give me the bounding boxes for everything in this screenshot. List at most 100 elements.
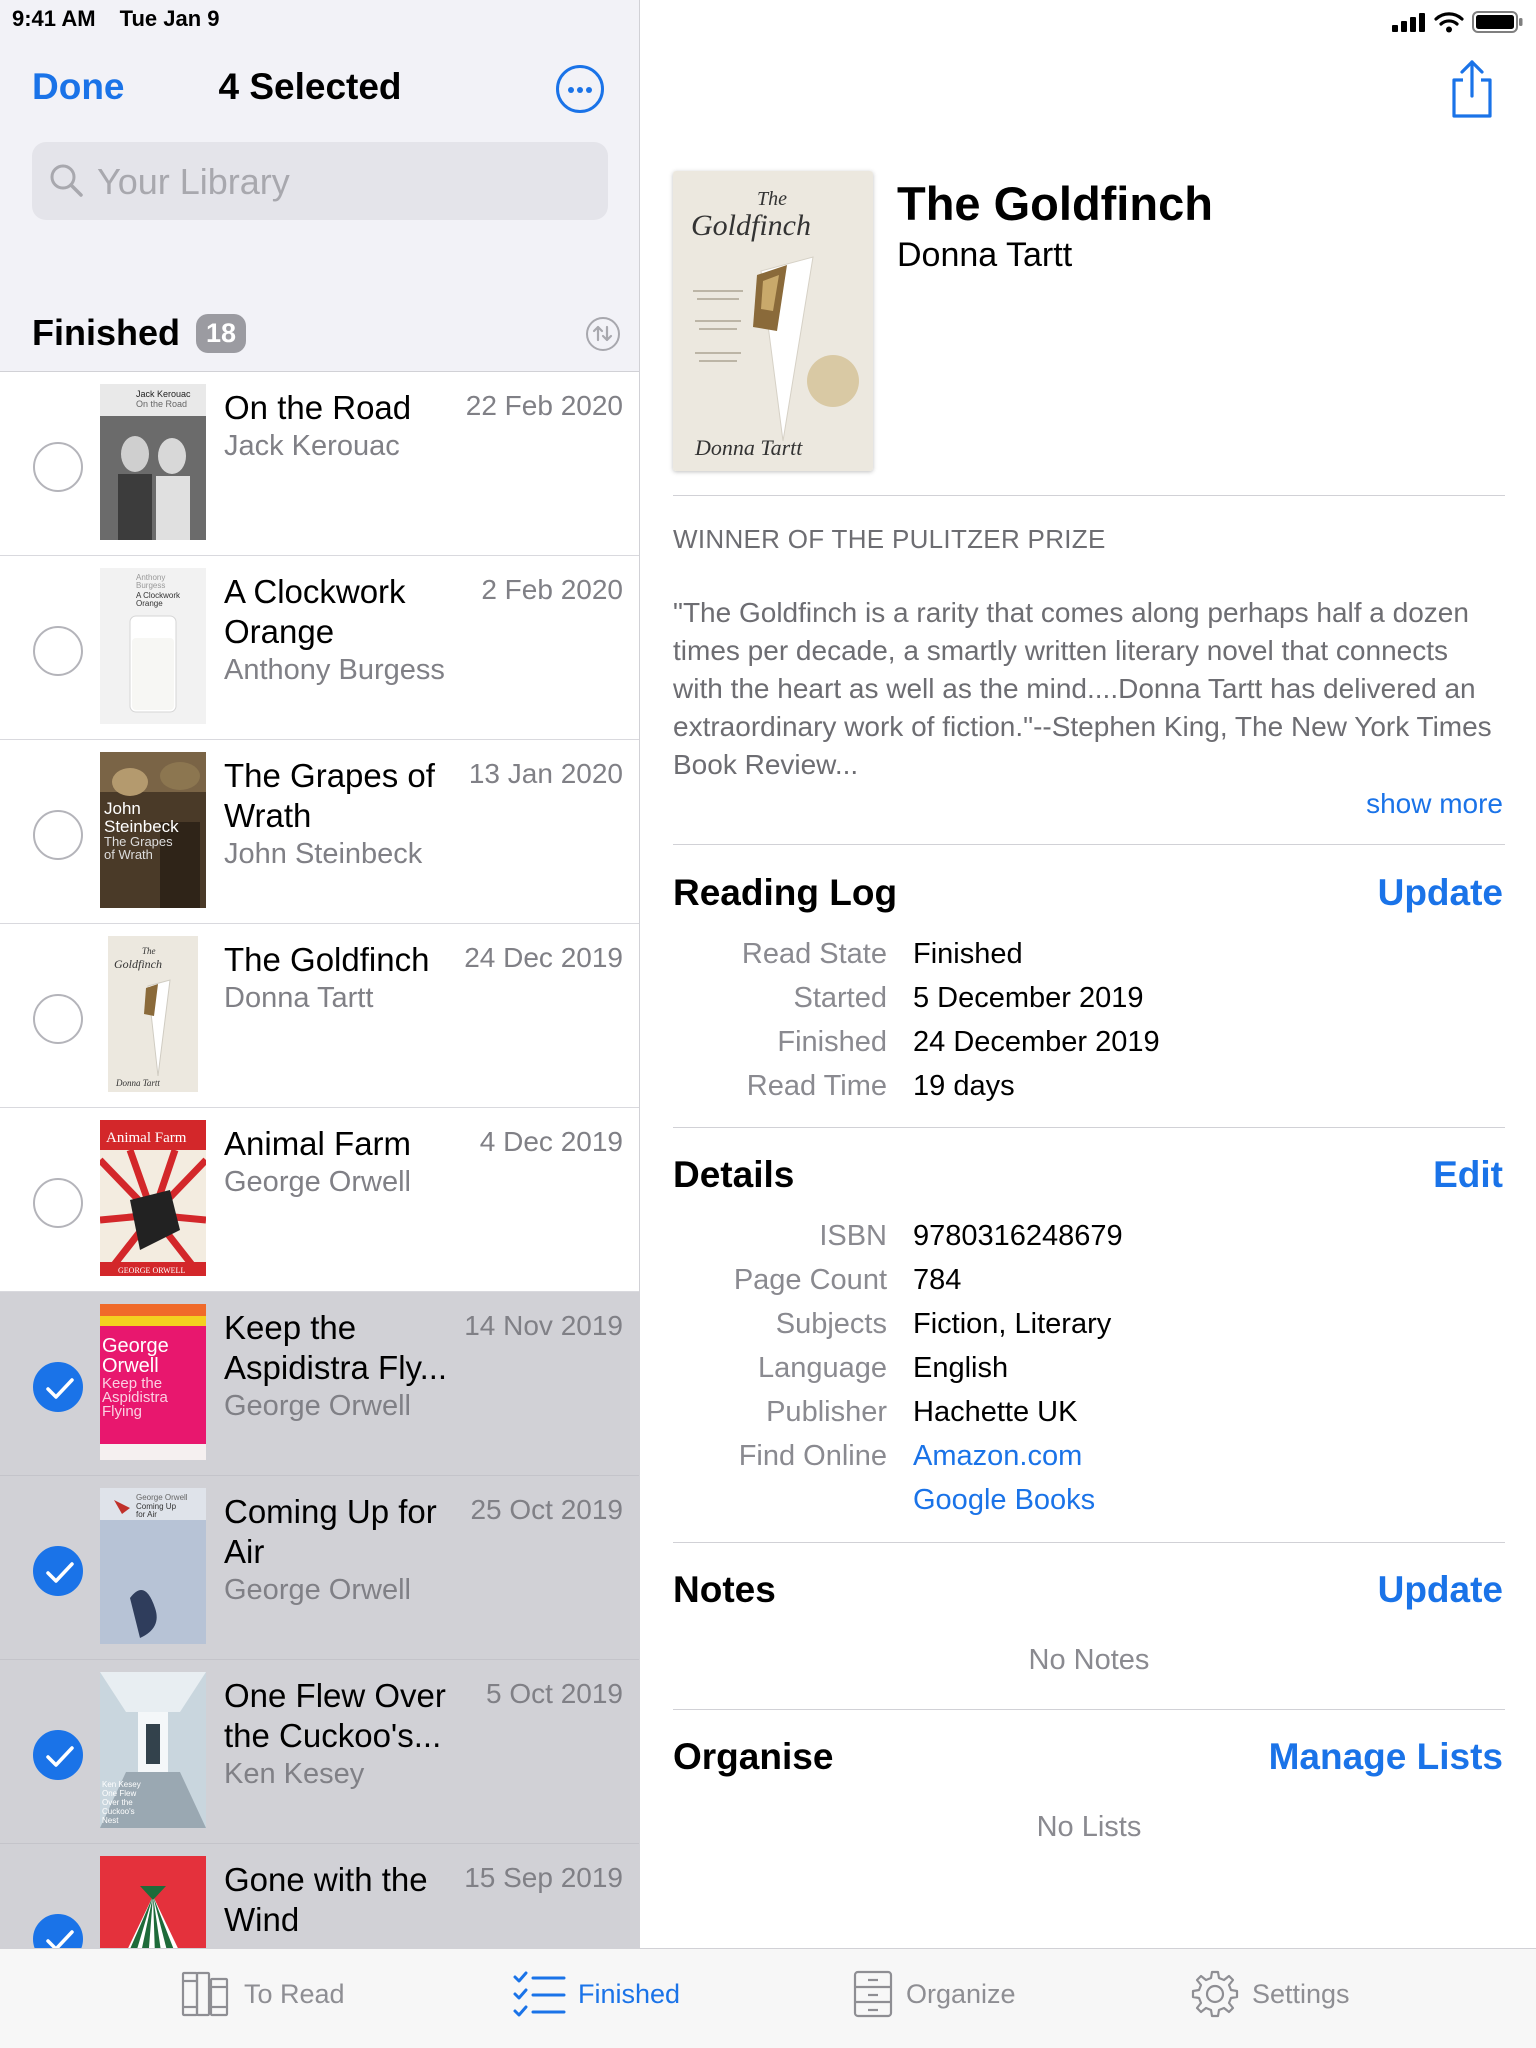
- svg-text:Goldfinch: Goldfinch: [691, 209, 811, 242]
- book-row[interactable]: Gone with the Wind 15 Sep 2019: [0, 1844, 639, 1948]
- lists-empty-label: No Lists: [1036, 1811, 1142, 1843]
- kv-row: Google Books: [673, 1478, 1503, 1522]
- tab-to-read[interactable]: To Read: [180, 1969, 345, 2019]
- kv-value: 9780316248679: [913, 1219, 1123, 1252]
- kv-row: Started 5 December 2019: [673, 976, 1503, 1020]
- gear-icon: [1191, 1970, 1239, 2018]
- book-row[interactable]: George Orwell Keep the Aspidistra Flying…: [0, 1292, 639, 1476]
- tab-label: Organize: [906, 1978, 1016, 2009]
- book-cover-the-grapes-of-wrath: John Steinbeck The Grapes of Wrath: [100, 752, 206, 908]
- kv-value: Fiction, Literary: [913, 1307, 1112, 1340]
- selection-checkbox[interactable]: [33, 994, 83, 1044]
- share-icon[interactable]: [1446, 58, 1498, 125]
- book-author: George Orwell: [224, 1574, 411, 1606]
- kv-value: 5 December 2019: [913, 981, 1144, 1014]
- details-edit-button[interactable]: Edit: [1433, 1154, 1503, 1196]
- kv-value: Finished: [913, 937, 1023, 970]
- svg-text:Flying: Flying: [102, 1403, 142, 1420]
- book-row[interactable]: Animal Farm GEORGE ORWELL Animal Farm Ge…: [0, 1108, 639, 1292]
- kv-key: Finished: [777, 1025, 887, 1058]
- tab-organize[interactable]: Organize: [852, 1969, 1016, 2019]
- kv-key: Publisher: [766, 1395, 887, 1428]
- book-title: Animal Farm: [224, 1125, 412, 1162]
- tab-finished[interactable]: Finished: [512, 1969, 680, 2019]
- reading-log-table: Read State Finished Started 5 December 201…: [673, 932, 1503, 1108]
- notes-update-button[interactable]: Update: [1378, 1569, 1503, 1611]
- search-placeholder: Your Library: [97, 161, 290, 202]
- book-date: 22 Feb 2020: [465, 390, 623, 421]
- book-cover-one-flew-over-the-cuckoos-nest: Ken Kesey One Flew Over the Cuckoo's Nes…: [100, 1672, 206, 1828]
- google-books-link[interactable]: Google Books: [913, 1484, 1095, 1517]
- library-sidebar: 9:41 AM Tue Jan 9 Done 4 Selected Your L…: [0, 0, 640, 1948]
- svg-text:Jack Kerouac: Jack Kerouac: [136, 389, 191, 399]
- selection-checkbox[interactable]: [33, 810, 83, 860]
- book-title: One Flew Over the Cuckoo's...: [224, 1677, 446, 1754]
- svg-text:Orange: Orange: [136, 599, 163, 608]
- book-title: Gone with the Wind: [224, 1861, 428, 1938]
- tab-settings[interactable]: Settings: [1190, 1969, 1350, 2019]
- reading-log-title: Reading Log: [673, 872, 898, 913]
- search-field[interactable]: Your Library: [32, 142, 608, 220]
- book-row[interactable]: John Steinbeck The Grapes of Wrath The G…: [0, 740, 639, 924]
- detail-title: The Goldfinch: [897, 177, 1213, 230]
- svg-text:of Wrath: of Wrath: [104, 847, 153, 862]
- kv-value: 24 December 2019: [913, 1025, 1160, 1058]
- book-row[interactable]: Anthony Burgess A Clockwork Orange A Clo…: [0, 556, 639, 740]
- divider: [673, 1127, 1505, 1128]
- section-header: Finished 18: [32, 312, 247, 354]
- book-date: 13 Jan 2020: [468, 758, 623, 789]
- svg-text:On the Road: On the Road: [136, 399, 187, 409]
- book-title: Coming Up for Air: [224, 1493, 437, 1570]
- book-title: The Grapes of Wrath: [224, 757, 435, 834]
- selection-checkbox[interactable]: [33, 1178, 83, 1228]
- book-detail-pane: The Goldfinch Donna Tartt The Goldfinch …: [641, 0, 1536, 1948]
- sort-icon[interactable]: [586, 317, 620, 351]
- kv-key: Read State: [741, 937, 887, 970]
- kv-row: Finished 24 December 2019: [673, 1020, 1503, 1064]
- detail-author: Donna Tartt: [897, 236, 1073, 274]
- divider: [673, 1542, 1505, 1543]
- detail-book-cover: The Goldfinch Donna Tartt: [673, 171, 873, 471]
- book-date: 24 Dec 2019: [464, 942, 623, 973]
- selection-checkbox[interactable]: [33, 442, 83, 492]
- book-row[interactable]: The Goldfinch Donna Tartt The Goldfinch …: [0, 924, 639, 1108]
- kv-row: Find Online Amazon.com: [673, 1434, 1503, 1478]
- show-more-link[interactable]: show more: [1366, 788, 1503, 820]
- selection-checkbox[interactable]: [33, 1546, 83, 1596]
- kv-row: ISBN 9780316248679: [673, 1214, 1503, 1258]
- done-button[interactable]: Done: [32, 66, 125, 108]
- book-title: Keep the Aspidistra Fly...: [224, 1309, 448, 1386]
- book-description: "The Goldfinch is a rarity that comes al…: [673, 597, 1492, 780]
- selection-checkbox[interactable]: [33, 1730, 83, 1780]
- book-title: A Clockwork Orange: [224, 573, 406, 650]
- kv-value: 19 days: [913, 1069, 1015, 1102]
- book-author: George Orwell: [224, 1390, 411, 1422]
- kv-key: Find Online: [738, 1439, 887, 1472]
- ellipsis-circle-icon[interactable]: [556, 65, 604, 113]
- selection-checkbox[interactable]: [33, 1914, 83, 1948]
- svg-text:Over the: Over the: [102, 1798, 133, 1807]
- book-row[interactable]: Ken Kesey One Flew Over the Cuckoo's Nes…: [0, 1660, 639, 1844]
- manage-lists-button[interactable]: Manage Lists: [1269, 1736, 1503, 1778]
- svg-text:GEORGE ORWELL: GEORGE ORWELL: [118, 1266, 185, 1275]
- reading-log-update-button[interactable]: Update: [1378, 872, 1503, 914]
- selection-checkbox[interactable]: [33, 1362, 83, 1412]
- book-row[interactable]: Jack Kerouac On the Road On the Road Jac…: [0, 372, 639, 556]
- book-cover-the-goldfinch: The Goldfinch Donna Tartt: [108, 936, 198, 1092]
- book-cover-gone-with-the-wind: [100, 1856, 206, 1948]
- book-row[interactable]: George Orwell Coming Up for Air Coming U…: [0, 1476, 639, 1660]
- book-cover-a-clockwork-orange: Anthony Burgess A Clockwork Orange: [100, 568, 206, 724]
- kv-value: English: [913, 1351, 1009, 1384]
- book-author: Ken Kesey: [224, 1758, 365, 1790]
- kv-row: Read Time 19 days: [673, 1064, 1503, 1108]
- cellular-signal-icon: [1392, 13, 1425, 32]
- kv-key: Subjects: [775, 1307, 887, 1340]
- book-author: John Steinbeck: [224, 838, 423, 870]
- selection-checkbox[interactable]: [33, 626, 83, 676]
- svg-text:The: The: [142, 946, 156, 956]
- tab-label: Finished: [578, 1978, 681, 2009]
- details-table: ISBN 9780316248679 Page Count 784 Subjects…: [673, 1214, 1503, 1522]
- book-date: 15 Sep 2019: [464, 1862, 623, 1893]
- amazon-link[interactable]: Amazon.com: [913, 1440, 1082, 1473]
- kv-key: Language: [757, 1351, 887, 1384]
